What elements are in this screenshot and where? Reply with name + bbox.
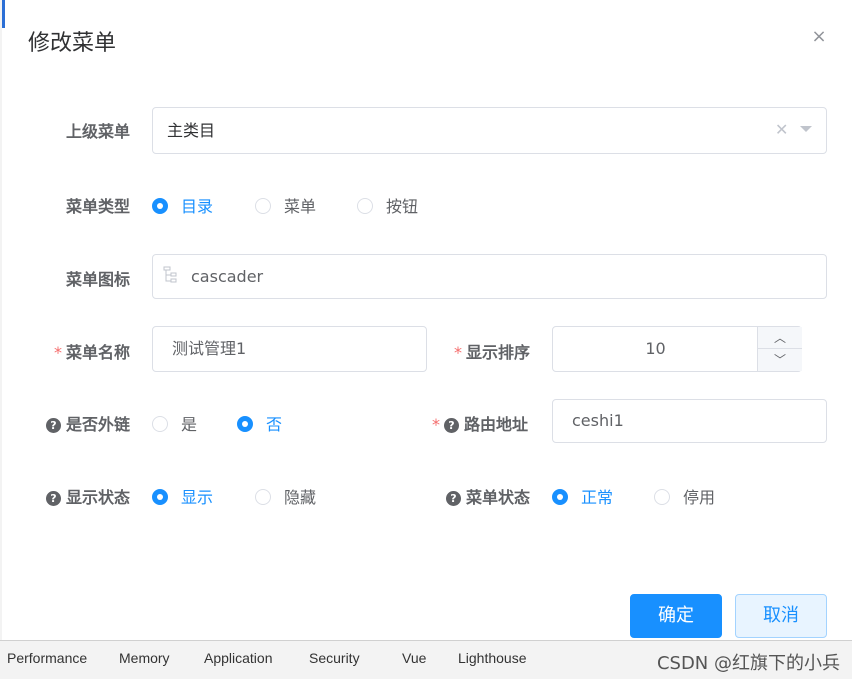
dialog-title: 修改菜单: [28, 31, 117, 56]
menu-icon-value: cascader: [191, 267, 264, 286]
menu-type-option-menu[interactable]: 菜单: [255, 193, 316, 217]
question-icon[interactable]: ?: [46, 418, 61, 433]
visible-option-show[interactable]: 显示: [152, 484, 213, 508]
sort-order-stepper[interactable]: 10 ︿ ﹀: [552, 326, 802, 372]
external-link-option-no[interactable]: 否: [237, 411, 282, 435]
parent-menu-select[interactable]: 主类目 ✕: [152, 107, 827, 154]
increase-button[interactable]: ︿: [757, 327, 802, 349]
radio-unchecked-icon: [654, 489, 670, 505]
tab-lighthouse[interactable]: Lighthouse: [458, 650, 527, 666]
status-option-normal[interactable]: 正常: [552, 484, 613, 508]
radio-checked-icon: [237, 416, 253, 432]
question-icon[interactable]: ?: [46, 491, 61, 506]
menu-name-value: 测试管理1: [172, 339, 247, 358]
tab-security[interactable]: Security: [309, 650, 360, 666]
confirm-button[interactable]: 确定: [630, 594, 722, 638]
question-icon[interactable]: ?: [444, 418, 459, 433]
external-link-option-yes[interactable]: 是: [152, 411, 197, 435]
route-path-label: *? 路由地址: [432, 415, 529, 434]
menu-type-option-button[interactable]: 按钮: [357, 193, 418, 217]
tab-memory[interactable]: Memory: [119, 650, 170, 666]
menu-icon-input[interactable]: cascader: [152, 254, 827, 299]
radio-unchecked-icon: [255, 198, 271, 214]
close-icon[interactable]: ×: [810, 28, 828, 46]
parent-menu-value: 主类目: [167, 121, 216, 140]
status-option-disabled[interactable]: 停用: [654, 484, 715, 508]
decrease-button[interactable]: ﹀: [757, 349, 802, 371]
tab-application[interactable]: Application: [204, 650, 273, 666]
sort-order-value: 10: [645, 339, 666, 358]
visible-option-hide[interactable]: 隐藏: [255, 484, 316, 508]
radio-unchecked-icon: [152, 416, 168, 432]
tab-vue[interactable]: Vue: [402, 650, 426, 666]
caret-down-icon[interactable]: [800, 126, 812, 132]
menu-type-option-directory[interactable]: 目录: [152, 193, 213, 217]
tree-icon: [163, 266, 177, 284]
menu-status-label: ? 菜单状态: [446, 484, 530, 508]
route-path-input[interactable]: ceshi1: [552, 399, 827, 443]
external-link-label: ? 是否外链: [46, 411, 130, 435]
sort-order-label: * 显示排序: [454, 343, 531, 362]
devtools-tab-bar: Performance Memory Application Security …: [0, 640, 852, 679]
menu-name-label: * 菜单名称: [54, 343, 131, 362]
cancel-button[interactable]: 取消: [735, 594, 827, 638]
clear-icon[interactable]: ✕: [775, 120, 788, 139]
radio-unchecked-icon: [255, 489, 271, 505]
menu-icon-label: 菜单图标: [66, 270, 131, 289]
radio-checked-icon: [152, 198, 168, 214]
menu-type-label: 菜单类型: [66, 197, 131, 216]
visible-status-label: ? 显示状态: [46, 484, 130, 508]
left-accent-bar: [2, 0, 5, 28]
parent-menu-label: 上级菜单: [66, 122, 131, 141]
edit-menu-dialog: 修改菜单 × 上级菜单 主类目 ✕ 菜单类型 目录 菜单 按钮 菜单图标 cas…: [2, 0, 852, 640]
radio-checked-icon: [552, 489, 568, 505]
menu-name-input[interactable]: 测试管理1: [152, 326, 427, 372]
watermark: CSDN @红旗下的小兵: [656, 653, 840, 674]
question-icon[interactable]: ?: [446, 491, 461, 506]
radio-checked-icon: [152, 489, 168, 505]
tab-performance[interactable]: Performance: [7, 650, 87, 666]
radio-unchecked-icon: [357, 198, 373, 214]
route-path-value: ceshi1: [572, 411, 624, 430]
